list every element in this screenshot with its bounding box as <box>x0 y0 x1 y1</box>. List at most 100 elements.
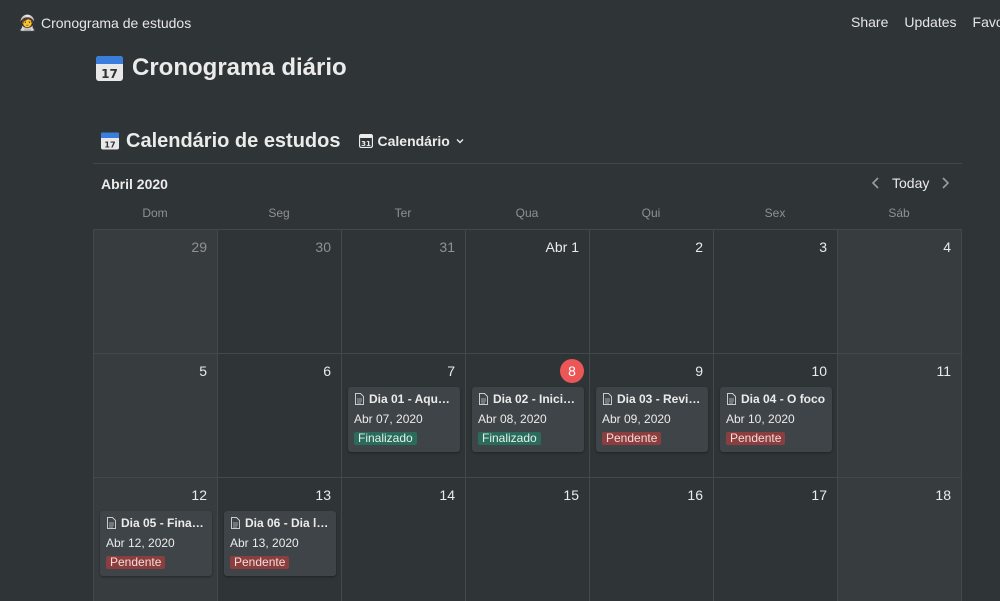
svg-text:17: 17 <box>101 67 118 81</box>
chevron-down-icon <box>456 139 464 144</box>
day-number: 7 <box>447 363 455 379</box>
status-tag: Pendente <box>230 556 290 569</box>
updates-button[interactable]: Updates <box>904 14 956 30</box>
day-number: 12 <box>191 487 207 503</box>
page-title-text: Cronograma diário <box>132 54 347 81</box>
weekday-header: Dom Seg Ter Qua Qui Sex Sáb <box>93 206 962 220</box>
event-title: Dia 03 - Revisão <box>617 392 702 406</box>
day-number: 9 <box>695 363 703 379</box>
calendar-day-cell[interactable]: 4 <box>838 230 962 354</box>
view-switcher-label: Calendário <box>377 133 450 149</box>
day-number: 6 <box>323 363 331 379</box>
event-date: Abr 07, 2020 <box>354 412 423 426</box>
event-card[interactable]: Dia 02 - Iniciando Abr 08, 2020 Finalizado <box>472 387 584 452</box>
svg-text:31: 31 <box>361 140 371 148</box>
event-card[interactable]: Dia 06 - Dia livre Abr 13, 2020 Pendente <box>224 511 336 576</box>
day-number: 4 <box>943 239 951 255</box>
event-card[interactable]: Dia 01 - Aquecimento Abr 07, 2020 Finaliza… <box>348 387 460 452</box>
status-tag: Pendente <box>602 432 662 445</box>
calendar-day-cell[interactable]: 29 <box>94 230 218 354</box>
status-tag: Finalizado <box>354 432 417 445</box>
today-day-number: 8 <box>560 359 584 383</box>
calendar-icon: 17 <box>96 56 123 81</box>
page-icon <box>603 393 612 405</box>
weekday-label: Qui <box>641 206 661 220</box>
breadcrumb-label: Cronograma de estudos <box>41 15 192 31</box>
calendar-day-cell[interactable]: 3 <box>714 230 838 354</box>
event-date: Abr 13, 2020 <box>230 536 299 550</box>
event-date: Abr 09, 2020 <box>602 412 671 426</box>
day-number: 2 <box>695 239 703 255</box>
calendar-day-cell[interactable]: 11 <box>838 354 962 478</box>
calendar-icon: 17 <box>101 132 119 150</box>
day-number: Abr 1 <box>545 239 579 255</box>
calendar-day-cell[interactable]: 18 <box>838 478 962 601</box>
calendar-day-cell[interactable]: 16 <box>590 478 714 601</box>
event-title: Dia 01 - Aquecimento <box>369 392 454 406</box>
calendar-day-cell[interactable]: 15 <box>466 478 590 601</box>
astronaut-icon: 🧑‍🚀 <box>18 15 37 32</box>
calendar-day-cell[interactable]: 12 Dia 05 - Finalizando Abr 12, 2020 Penden… <box>94 478 218 601</box>
day-number: 31 <box>439 239 455 255</box>
calendar-day-cell[interactable]: 31 <box>342 230 466 354</box>
calendar-view-icon: 31 <box>358 134 373 148</box>
status-tag: Finalizado <box>478 432 541 445</box>
divider <box>93 163 962 164</box>
page-icon <box>107 517 116 529</box>
event-title: Dia 04 - O foco <box>741 392 826 406</box>
calendar-day-cell[interactable]: 7 Dia 01 - Aquecimento Abr 07, 2020 Finaliz… <box>342 354 466 478</box>
chevron-left-icon[interactable] <box>870 176 882 190</box>
calendar-day-cell[interactable]: Abr 1 <box>466 230 590 354</box>
event-title-row: Dia 02 - Iniciando <box>478 392 578 406</box>
view-switcher[interactable]: 31 Calendário <box>358 133 465 149</box>
event-date: Abr 12, 2020 <box>106 536 175 550</box>
today-button[interactable]: Today <box>892 175 929 191</box>
calendar-day-cell[interactable]: 9 Dia 03 - Revisão Abr 09, 2020 Pendente <box>590 354 714 478</box>
day-number: 11 <box>936 363 951 379</box>
event-title-row: Dia 06 - Dia livre <box>230 516 330 530</box>
calendar-day-cell[interactable]: 2 <box>590 230 714 354</box>
event-title-row: Dia 01 - Aquecimento <box>354 392 454 406</box>
day-number: 3 <box>819 239 827 255</box>
day-number: 10 <box>811 363 827 379</box>
weekday-label: Dom <box>142 206 168 220</box>
calendar-day-cell[interactable]: 5 <box>94 354 218 478</box>
favorite-button[interactable]: Favorite <box>973 14 1000 30</box>
status-tag: Pendente <box>106 556 166 569</box>
breadcrumb[interactable]: 🧑‍🚀 Cronograma de estudos <box>18 14 191 32</box>
calendar-day-cell[interactable]: 8 Dia 02 - Iniciando Abr 08, 2020 Finalizad… <box>466 354 590 478</box>
calendar-day-cell[interactable]: 10 Dia 04 - O foco Abr 10, 2020 Pendente <box>714 354 838 478</box>
page-title: 17 Cronograma diário <box>95 54 347 82</box>
svg-text:17: 17 <box>104 141 115 150</box>
calendar-day-cell[interactable]: 6 <box>218 354 342 478</box>
event-card[interactable]: Dia 05 - Finalizando Abr 12, 2020 Pendente <box>100 511 212 576</box>
event-card[interactable]: Dia 03 - Revisão Abr 09, 2020 Pendente <box>596 387 708 452</box>
database-title-text: Calendário de estudos <box>126 129 341 152</box>
weekday-label: Ter <box>394 206 412 220</box>
weekday-label: Qua <box>515 206 539 220</box>
day-number: 15 <box>563 487 579 503</box>
day-number: 17 <box>811 487 827 503</box>
status-tag: Pendente <box>726 432 786 445</box>
page-icon <box>355 393 364 405</box>
day-number: 14 <box>439 487 455 503</box>
day-number: 29 <box>191 239 207 255</box>
event-title: Dia 06 - Dia livre <box>245 516 330 530</box>
database-title[interactable]: 17 Calendário de estudos <box>100 130 341 153</box>
event-title: Dia 05 - Finalizando <box>121 516 206 530</box>
month-navigation: Today <box>870 175 951 191</box>
calendar-day-cell[interactable]: 13 Dia 06 - Dia livre Abr 13, 2020 Pendente <box>218 478 342 601</box>
share-button[interactable]: Share <box>851 14 888 30</box>
day-number: 30 <box>315 239 331 255</box>
event-card[interactable]: Dia 04 - O foco Abr 10, 2020 Pendente <box>720 387 832 452</box>
topbar: 🧑‍🚀 Cronograma de estudos Share Updates … <box>0 0 1000 45</box>
calendar-day-cell[interactable]: 30 <box>218 230 342 354</box>
chevron-right-icon[interactable] <box>939 176 951 190</box>
event-date: Abr 08, 2020 <box>478 412 547 426</box>
event-date: Abr 10, 2020 <box>726 412 795 426</box>
event-title-row: Dia 04 - O foco <box>726 392 826 406</box>
calendar-day-cell[interactable]: 14 <box>342 478 466 601</box>
weekday-label: Sáb <box>888 206 910 220</box>
calendar-day-cell[interactable]: 17 <box>714 478 838 601</box>
event-title-row: Dia 03 - Revisão <box>602 392 702 406</box>
